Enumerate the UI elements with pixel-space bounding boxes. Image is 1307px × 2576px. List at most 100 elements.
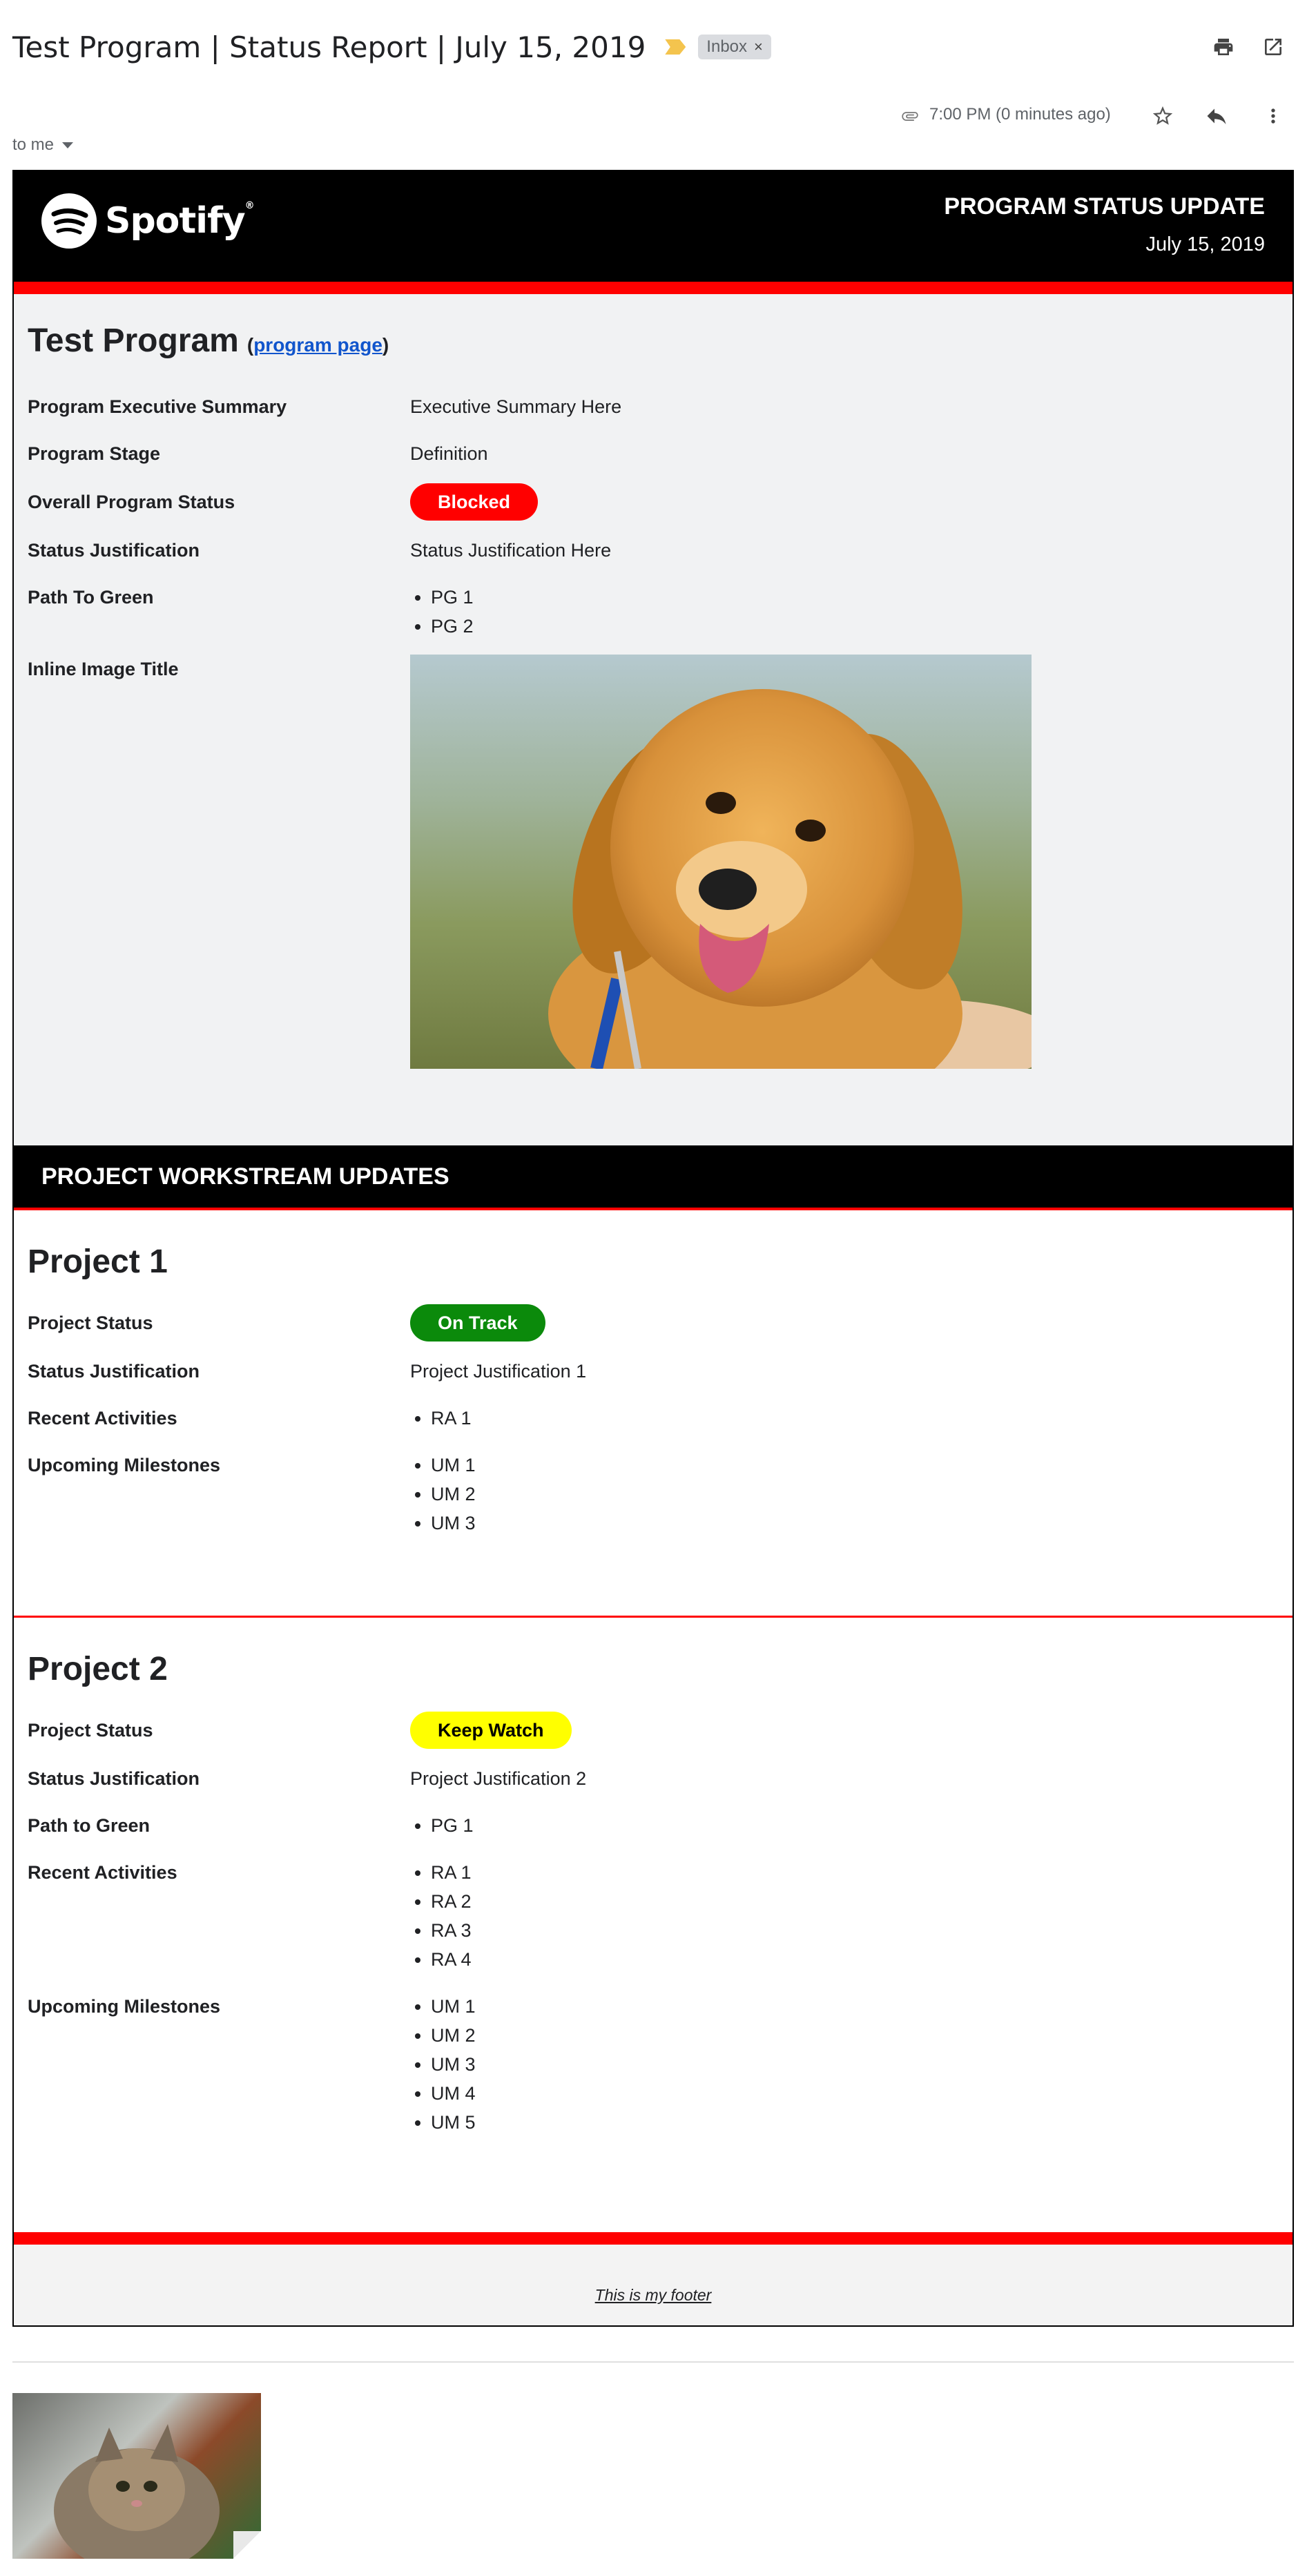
list-item: UM 2 — [431, 1480, 476, 1509]
list-item: UM 4 — [431, 2079, 476, 2108]
chevron-down-icon — [62, 142, 74, 148]
project-card: Project 2 Project Status Keep Watch Stat… — [14, 1618, 1293, 2232]
workstream-header: PROJECT WORKSTREAM UPDATES — [14, 1145, 1293, 1210]
path-to-green-list: PG 1 PG 2 — [410, 583, 474, 641]
status-justification-row: Status Justification Project Justificati… — [28, 1764, 1279, 1793]
footer-text: This is my footer — [594, 2285, 712, 2304]
remove-label-icon[interactable]: × — [754, 38, 763, 56]
list-item: PG 1 — [431, 1811, 474, 1840]
program-title: Test Program — [28, 322, 239, 359]
importance-marker-icon[interactable] — [665, 39, 686, 55]
email-footer: This is my footer — [14, 2245, 1293, 2325]
reply-icon[interactable] — [1200, 99, 1233, 133]
banner-date: July 15, 2019 — [1145, 233, 1265, 255]
row-value: Definition — [410, 443, 488, 464]
executive-summary-row: Program Executive Summary Executive Summ… — [28, 392, 1279, 421]
banner-divider — [14, 282, 1293, 294]
upcoming-milestones-row: Upcoming Milestones UM 1 UM 2 UM 3 UM 4 … — [28, 1992, 1279, 2137]
project-title: Project 2 — [28, 1651, 168, 1687]
row-label: Recent Activities — [28, 1408, 177, 1429]
project-status-row: Project Status Keep Watch — [28, 1712, 1279, 1749]
list-item: UM 3 — [431, 2050, 476, 2079]
milestones-list: UM 1 UM 2 UM 3 UM 4 UM 5 — [410, 1992, 476, 2137]
row-label: Status Justification — [28, 1361, 200, 1382]
brand-name: Spotify® — [105, 200, 255, 242]
program-section: Test Program (program page) Program Exec… — [14, 294, 1293, 1145]
status-badge: On Track — [410, 1304, 545, 1342]
program-heading: Test Program (program page) — [28, 322, 1279, 374]
star-icon[interactable] — [1146, 99, 1179, 133]
spotify-logo: Spotify® — [41, 193, 255, 249]
row-label: Upcoming Milestones — [28, 1455, 221, 1475]
inbox-label-text: Inbox — [706, 37, 748, 56]
path-to-green-list: PG 1 — [410, 1811, 474, 1840]
recipient-text: to me — [12, 135, 55, 154]
row-label: Inline Image Title — [28, 659, 179, 679]
recent-activities-list: RA 1 RA 2 RA 3 RA 4 — [410, 1858, 472, 1974]
inbox-label-chip[interactable]: Inbox × — [698, 35, 771, 59]
list-item: RA 4 — [431, 1945, 472, 1974]
recent-activities-row: Recent Activities RA 1 RA 2 RA 3 RA 4 — [28, 1858, 1279, 1974]
email-subject: Test Program | Status Report | July 15, … — [12, 30, 646, 64]
status-banner: Spotify® PROGRAM STATUS UPDATE July 15, … — [14, 171, 1293, 282]
row-label: Project Status — [28, 1313, 153, 1333]
recent-activities-row: Recent Activities RA 1 — [28, 1404, 1279, 1433]
row-label: Recent Activities — [28, 1862, 177, 1883]
status-badge: Keep Watch — [410, 1712, 572, 1749]
list-item: RA 1 — [431, 1858, 472, 1887]
list-item: PG 1 — [431, 583, 474, 612]
row-label: Status Justification — [28, 540, 200, 561]
row-label: Overall Program Status — [28, 492, 235, 512]
status-badge: Blocked — [410, 483, 539, 521]
path-to-green-row: Path To Green PG 1 PG 2 — [28, 583, 1279, 641]
status-justification-row: Status Justification Status Justificatio… — [28, 536, 1279, 565]
project-status-row: Project Status On Track — [28, 1304, 1279, 1342]
list-item: RA 2 — [431, 1887, 472, 1916]
email-subject-bar: Test Program | Status Report | July 15, … — [12, 26, 771, 68]
row-value: Project Justification 2 — [410, 1768, 587, 1789]
row-value: Executive Summary Here — [410, 396, 622, 417]
overall-status-row: Overall Program Status Blocked — [28, 483, 1279, 521]
open-in-new-window-icon[interactable] — [1257, 30, 1290, 64]
project-card: Project 1 Project Status On Track Status… — [14, 1210, 1293, 1618]
inline-image-row: Inline Image Title — [28, 655, 1279, 1069]
banner-title: PROGRAM STATUS UPDATE — [944, 193, 1265, 220]
program-stage-row: Program Stage Definition — [28, 439, 1279, 468]
upcoming-milestones-row: Upcoming Milestones UM 1 UM 2 UM 3 — [28, 1451, 1279, 1538]
footer-divider — [14, 2232, 1293, 2245]
more-vert-icon[interactable] — [1257, 99, 1290, 133]
list-item: UM 5 — [431, 2108, 476, 2137]
recipient-dropdown[interactable]: to me — [12, 135, 74, 155]
path-to-green-row: Path to Green PG 1 — [28, 1811, 1279, 1840]
row-value: Project Justification 1 — [410, 1361, 587, 1382]
program-link-group: (program page) — [246, 334, 389, 356]
list-item: RA 1 — [431, 1404, 472, 1433]
row-label: Program Executive Summary — [28, 396, 287, 417]
list-item: UM 1 — [431, 1451, 476, 1480]
attachment-icon — [896, 99, 924, 133]
row-label: Program Stage — [28, 443, 161, 464]
row-label: Path to Green — [28, 1815, 151, 1836]
list-item: RA 3 — [431, 1916, 472, 1945]
status-justification-row: Status Justification Project Justificati… — [28, 1357, 1279, 1386]
print-icon[interactable] — [1207, 30, 1240, 64]
program-page-link[interactable]: program page — [253, 334, 383, 356]
email-timestamp: 7:00 PM (0 minutes ago) — [929, 105, 1111, 124]
attachments-divider — [12, 2361, 1294, 2363]
list-item: PG 2 — [431, 612, 474, 641]
puppy-image — [410, 655, 1032, 1069]
row-label: Status Justification — [28, 1768, 200, 1789]
list-item: UM 1 — [431, 1992, 476, 2021]
thumbnail-fold — [233, 2531, 261, 2559]
email-body: Spotify® PROGRAM STATUS UPDATE July 15, … — [12, 170, 1294, 2327]
recent-activities-list: RA 1 — [410, 1404, 472, 1433]
spotify-logo-icon — [41, 193, 97, 249]
project-title: Project 1 — [28, 1243, 168, 1280]
list-item: UM 2 — [431, 2021, 476, 2050]
milestones-list: UM 1 UM 2 UM 3 — [410, 1451, 476, 1538]
kitten-attachment-thumbnail[interactable] — [12, 2393, 261, 2559]
list-item: UM 3 — [431, 1509, 476, 1538]
row-label: Upcoming Milestones — [28, 1996, 221, 2017]
row-label: Project Status — [28, 1720, 153, 1741]
row-value: Status Justification Here — [410, 540, 612, 561]
